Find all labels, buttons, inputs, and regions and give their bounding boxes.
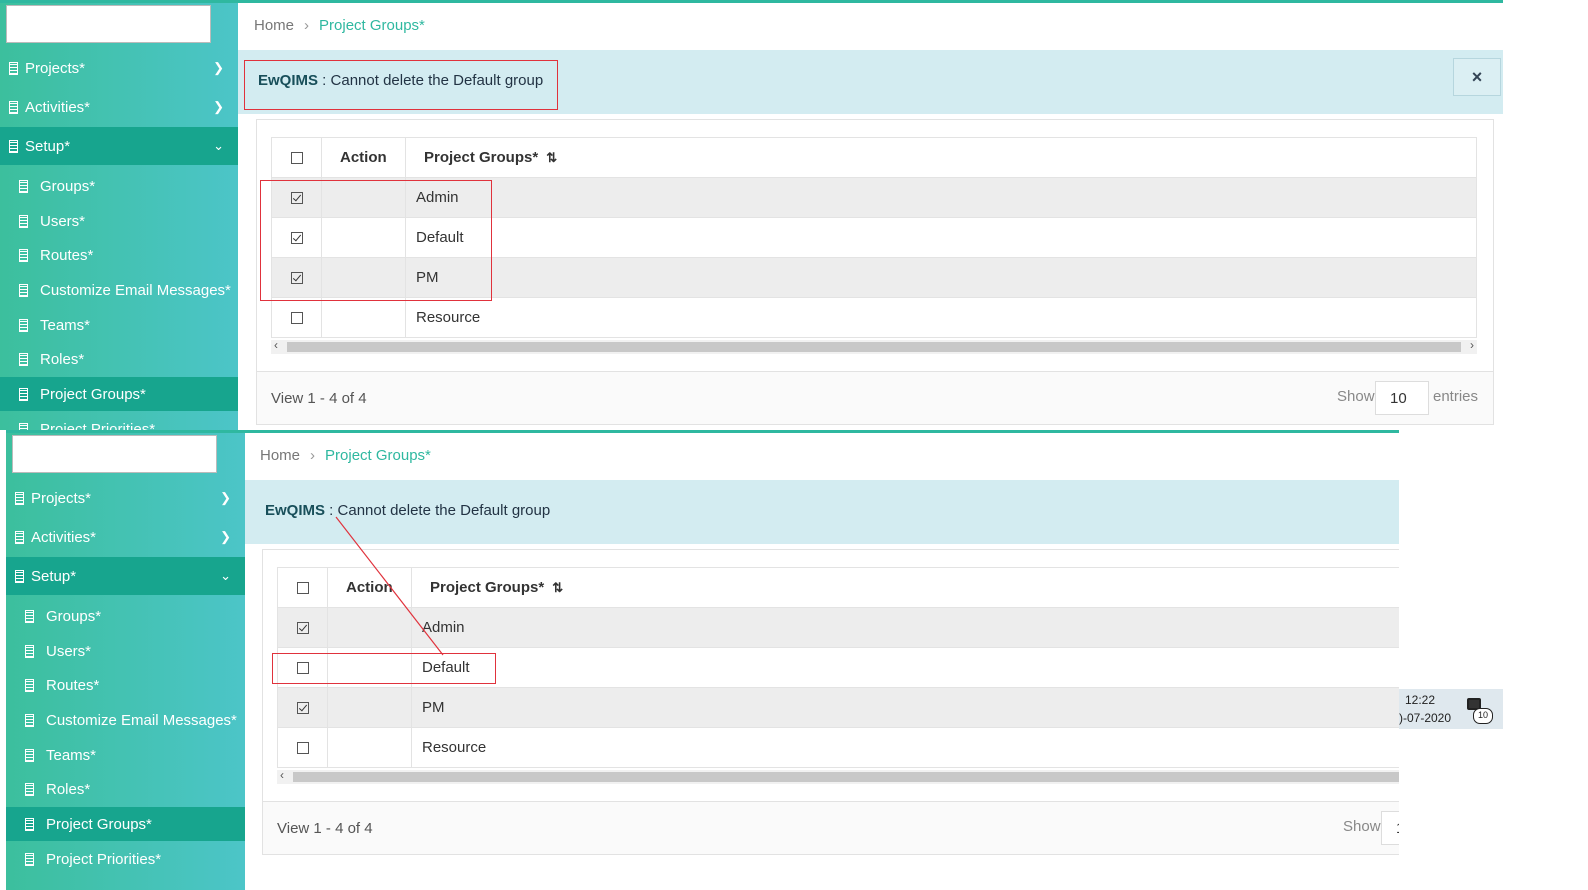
highlight-checked-rows-box [260, 180, 492, 301]
sidebar-item-activities[interactable]: Activities* ❯ [0, 88, 238, 126]
screenshot-after: Projects* ❯ Activities* ❯ Setup* ⌄ Group… [6, 430, 1399, 890]
breadcrumb-current: Project Groups* [319, 17, 425, 34]
sidebar-item-groups[interactable]: Groups* [0, 169, 238, 203]
sidebar-item-teams[interactable]: Teams* [0, 308, 238, 342]
sidebar: Projects* ❯ Activities* ❯ Setup* ⌄ Group… [0, 3, 238, 430]
row-name: Resource [405, 297, 1477, 338]
building-icon [18, 248, 29, 262]
sidebar-item-label: Projects* [25, 59, 86, 77]
chevron-right-icon: ❯ [213, 60, 224, 75]
select-all-checkbox[interactable] [290, 152, 303, 165]
table-row[interactable]: Resource [271, 297, 1477, 338]
building-icon [18, 318, 29, 332]
row-name: Admin [405, 177, 1477, 218]
sidebar-item-label: Project Priorities* [40, 420, 156, 431]
table-footer: View 1 - 4 of 4 Show 10 entries [257, 371, 1493, 424]
sidebar-search-input[interactable] [6, 5, 211, 43]
sidebar-item-projects[interactable]: Projects* ❯ [0, 49, 238, 87]
show-label: Show [1337, 388, 1375, 405]
sidebar-item-label: Activities* [25, 98, 91, 116]
column-header-action[interactable]: Action [321, 137, 406, 178]
scroll-right-icon[interactable]: › [1470, 338, 1474, 352]
sidebar-item-label: Teams* [40, 316, 91, 334]
select-all-cell [271, 137, 322, 178]
sidebar-item-label: Project Groups* [40, 385, 146, 403]
sidebar-item-project-priorities[interactable]: Project Priorities* [0, 412, 238, 430]
annotation-line [335, 516, 444, 656]
sidebar-item-label: Groups* [40, 177, 96, 195]
sidebar-item-label: Routes* [40, 246, 94, 264]
row-checkbox[interactable] [290, 312, 303, 325]
column-header-label: Project Groups* [424, 149, 539, 166]
building-icon [18, 422, 29, 430]
building-icon [8, 139, 19, 153]
building-icon [18, 352, 29, 366]
breadcrumb: Home › Project Groups* [254, 17, 425, 34]
sort-icon[interactable]: ⇅ [546, 150, 557, 165]
taskbar-time: 12:22 [1405, 693, 1436, 707]
row-name: PM [405, 257, 1477, 298]
notification-count: 10 [1473, 708, 1493, 724]
horizontal-scrollbar[interactable]: ‹ › [271, 338, 1477, 354]
building-icon [18, 179, 29, 193]
scroll-left-icon[interactable]: ‹ [274, 338, 278, 352]
taskbar-clock: 12:22 )-07-2020 10 [1399, 689, 1503, 729]
taskbar-date: )-07-2020 [1399, 711, 1452, 725]
screenshot-before: Projects* ❯ Activities* ❯ Setup* ⌄ Group… [0, 0, 1503, 430]
sidebar-item-label: Customize Email Messages* [40, 281, 231, 299]
building-icon [8, 100, 19, 114]
breadcrumb-home[interactable]: Home [254, 17, 294, 34]
sidebar-item-label: Setup* [25, 137, 71, 155]
building-icon [18, 283, 29, 297]
sidebar-item-label: Roles* [40, 350, 85, 368]
view-range: View 1 - 4 of 4 [271, 390, 367, 407]
sidebar-item-setup[interactable]: Setup* ⌄ [0, 127, 238, 165]
row-checkbox-cell [271, 297, 322, 338]
row-name: Default [405, 217, 1477, 258]
annotation-arrow-line [335, 516, 444, 656]
sidebar-item-users[interactable]: Users* [0, 204, 238, 238]
entries-label: entries [1433, 388, 1479, 405]
scrollbar-thumb[interactable] [287, 342, 1461, 352]
building-icon [18, 214, 29, 228]
building-icon [8, 61, 19, 75]
chevron-right-icon: ❯ [213, 99, 224, 114]
sidebar-item-project-groups[interactable]: Project Groups* [0, 377, 238, 411]
sidebar-item-roles[interactable]: Roles* [0, 342, 238, 376]
highlight-alert-box [244, 60, 558, 110]
chevron-down-icon: ⌄ [213, 138, 224, 153]
sidebar-item-label: Users* [40, 212, 86, 230]
page-size-select[interactable]: 10 [1375, 381, 1429, 415]
chevron-right-icon: › [304, 17, 310, 34]
table-header-row: Action Project Groups* ⇅ [271, 137, 1477, 178]
column-header-project-groups[interactable]: Project Groups* ⇅ [405, 137, 1477, 178]
row-action-cell [321, 297, 406, 338]
building-icon [18, 387, 29, 401]
sidebar-item-customize-email[interactable]: Customize Email Messages* [0, 273, 238, 307]
close-icon[interactable]: × [1453, 58, 1501, 96]
sidebar-item-routes[interactable]: Routes* [0, 238, 238, 272]
